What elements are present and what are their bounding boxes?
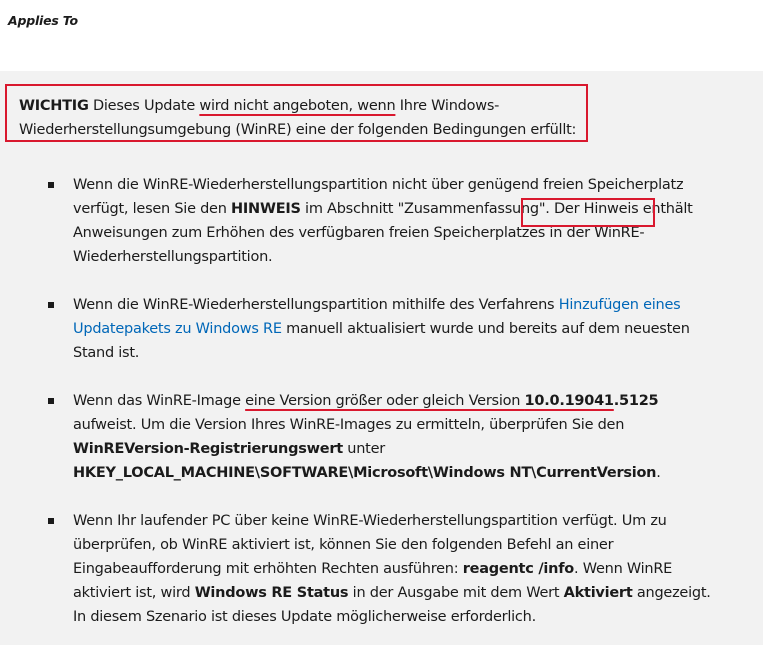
item-underlined-text: eine Version größer oder gleich Version … [245,393,614,409]
version-build-suffix: .5125 [613,393,659,409]
important-note: WICHTIG Dieses Update wird nicht angebot… [5,84,588,142]
item-text: . [656,465,661,481]
bullet-icon [48,182,54,188]
page: Applies To WICHTIG Dieses Update wird ni… [0,0,763,653]
bullet-icon [48,398,54,404]
important-text-1: Dieses Update [88,98,200,114]
item-text: Wenn die WinRE-Wiederherstellungspartiti… [73,297,559,313]
list-item: Wenn Ihr laufender PC über keine WinRE-W… [0,509,763,629]
important-label: WICHTIG [19,98,89,114]
item-text: Wenn das WinRE-Image [73,393,246,409]
item-text: aufweist. Um die Version Ihres WinRE-Ima… [73,417,625,433]
list-item: Wenn die WinRE-Wiederherstellungspartiti… [0,293,763,365]
registry-key-path: HKEY_LOCAL_MACHINE\SOFTWARE\Microsoft\Wi… [73,465,657,481]
item-bold-text: HINWEIS [231,201,301,217]
item-text: in der Ausgabe mit dem Wert [348,585,564,601]
item-bold-text: WinREVersion-Registrierungswert [73,441,343,457]
version-number: 10.0.19041 [524,393,614,409]
item-bold-text: Windows RE Status [194,585,349,601]
bullet-icon [48,518,54,524]
list-item: Wenn die WinRE-Wiederherstellungspartiti… [0,173,763,269]
item-bold-text: Aktiviert [563,585,633,601]
important-underlined-text: wird nicht angeboten, wenn [199,98,396,114]
applies-to-heading: Applies To [8,13,78,28]
item-underlined-part: eine Version größer oder gleich Version [245,393,525,409]
conditions-list: Wenn die WinRE-Wiederherstellungspartiti… [0,173,763,653]
bullet-icon [48,302,54,308]
list-item: Wenn das WinRE-Image eine Version größer… [0,389,763,485]
item-text: unter [342,441,385,457]
command-text: reagentc /info [462,561,575,577]
